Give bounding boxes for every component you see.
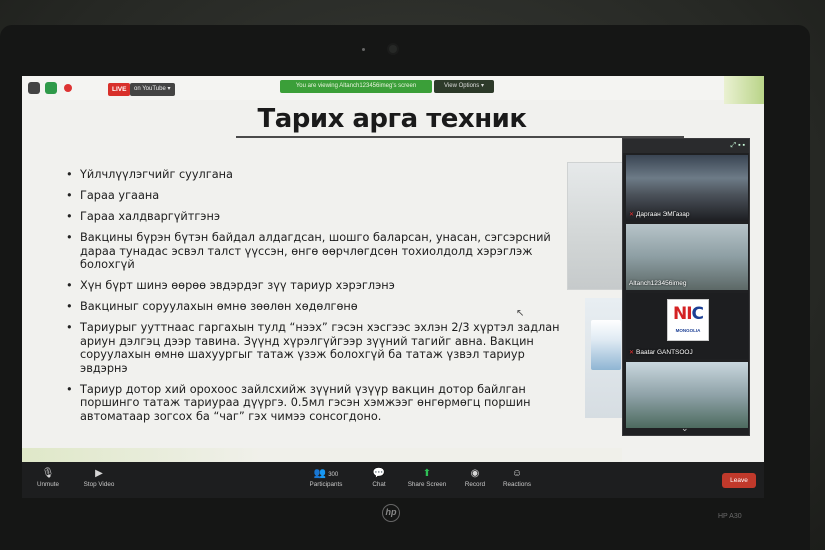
zoom-top-bar: LIVE on YouTube ▾ You are viewing Altanc… [22, 76, 764, 100]
laptop-screen: LIVE on YouTube ▾ You are viewing Altanc… [22, 76, 764, 498]
hp-logo: hp [382, 504, 400, 522]
participants-button[interactable]: 👥 300 Participants [302, 466, 350, 488]
video-tile[interactable] [626, 362, 748, 428]
viewing-screen-banner: You are viewing Altanch123456imeg's scre… [280, 80, 432, 93]
chat-button[interactable]: 💬 Chat [366, 466, 392, 488]
unmute-button[interactable]: 🎙 Unmute [30, 466, 66, 488]
bullet-item: Гараа халдваргүйтгэнэ [66, 210, 566, 224]
smiley-icon: ☺ [511, 468, 523, 479]
info-icon[interactable] [28, 82, 40, 94]
meeting-toolbar: 🎙 Unmute ▶ Stop Video 👥 300 Participants … [22, 462, 764, 498]
slide-photo-syringe [567, 162, 623, 290]
slide-bullet-list: Үйлчлүүлэгчийг суулгана Гараа угаана Гар… [66, 168, 566, 431]
reactions-button[interactable]: ☺ Reactions [500, 466, 534, 488]
share-screen-icon: ⬆ [422, 468, 432, 479]
participant-name: Даргаан ЭМГазар [636, 211, 690, 218]
video-camera-icon: ▶ [95, 468, 103, 479]
participant-name: Baatar GANTSOOJ [636, 349, 693, 356]
leave-button[interactable]: Leave [722, 473, 756, 488]
record-dot-icon [64, 84, 72, 92]
mouse-cursor-icon: ↖ [516, 308, 525, 319]
bullet-item: Тариур дотор хий орохоос зайлсхийж зүүни… [66, 383, 566, 424]
panel-controls-icon[interactable]: ⤢ ▪ ▪ [731, 142, 745, 150]
video-tile[interactable]: Altanch123456imeg [626, 224, 748, 290]
stop-video-button[interactable]: ▶ Stop Video [78, 466, 120, 488]
bullet-item: Вакциныг соруулахын өмнө зөөлөн хөдөлгөн… [66, 300, 566, 314]
video-panel-header: ⤢ ▪ ▪ [623, 139, 749, 153]
slide-title: Тарих арга техник [257, 104, 527, 134]
bullet-item: Үйлчлүүлэгчийг суулгана [66, 168, 566, 182]
chat-icon: 💬 [372, 468, 386, 479]
camera-led [362, 48, 365, 51]
laptop-model-label: HP A30 [718, 513, 742, 520]
participant-name: Altanch123456imeg [629, 280, 687, 287]
logo-subtext: MONGOLIA [675, 328, 701, 333]
logo-text-blue: C [691, 304, 705, 324]
live-badge[interactable]: LIVE [108, 83, 131, 96]
record-icon: ◉ [470, 468, 480, 479]
logo-text-red: NI [672, 304, 693, 324]
bullet-item: Хүн бүрт шинэ өөрөө эвдэрдэг зүү тариур … [66, 279, 566, 293]
mic-icon: 🎙 [41, 468, 55, 479]
participant-count: 300 [328, 472, 339, 478]
mic-muted-icon: ✕ [629, 212, 635, 218]
bullet-item: Вакцины бүрэн бүтэн байдал алдагдсан, шо… [66, 231, 566, 272]
video-gallery-panel[interactable]: ⤢ ▪ ▪ ✕ Даргаан ЭМГазар Altanch123456imeg… [622, 138, 750, 436]
view-options-button[interactable]: View Options ▾ [434, 80, 494, 93]
bullet-item: Тариурыг ууттнаас гаргахын тулд “нээх” г… [66, 321, 566, 375]
participants-icon: 👥 [313, 468, 327, 479]
webcam [389, 45, 397, 53]
title-underline [236, 136, 684, 138]
shield-icon[interactable] [45, 82, 57, 94]
vaccine-package-image [591, 320, 621, 370]
slide-footer-decoration [22, 448, 622, 462]
video-tile[interactable]: NIC MONGOLIA ✕ Baatar GANTSOOJ [626, 293, 748, 359]
nic-logo: NIC MONGOLIA [667, 299, 709, 341]
chevron-down-icon[interactable]: ⌄ [681, 423, 689, 434]
bullet-item: Гараа угаана [66, 189, 566, 203]
slide-corner-decoration [724, 76, 764, 104]
share-screen-button[interactable]: ⬆ Share Screen [406, 466, 448, 488]
video-tile[interactable]: ✕ Даргаан ЭМГазар [626, 155, 748, 221]
photo-scene: LIVE on YouTube ▾ You are viewing Altanc… [0, 0, 825, 550]
record-button[interactable]: ◉ Record [462, 466, 488, 488]
mic-muted-icon: ✕ [629, 350, 635, 356]
stream-destination[interactable]: on YouTube ▾ [130, 83, 175, 96]
slide-photo-package [585, 298, 623, 418]
